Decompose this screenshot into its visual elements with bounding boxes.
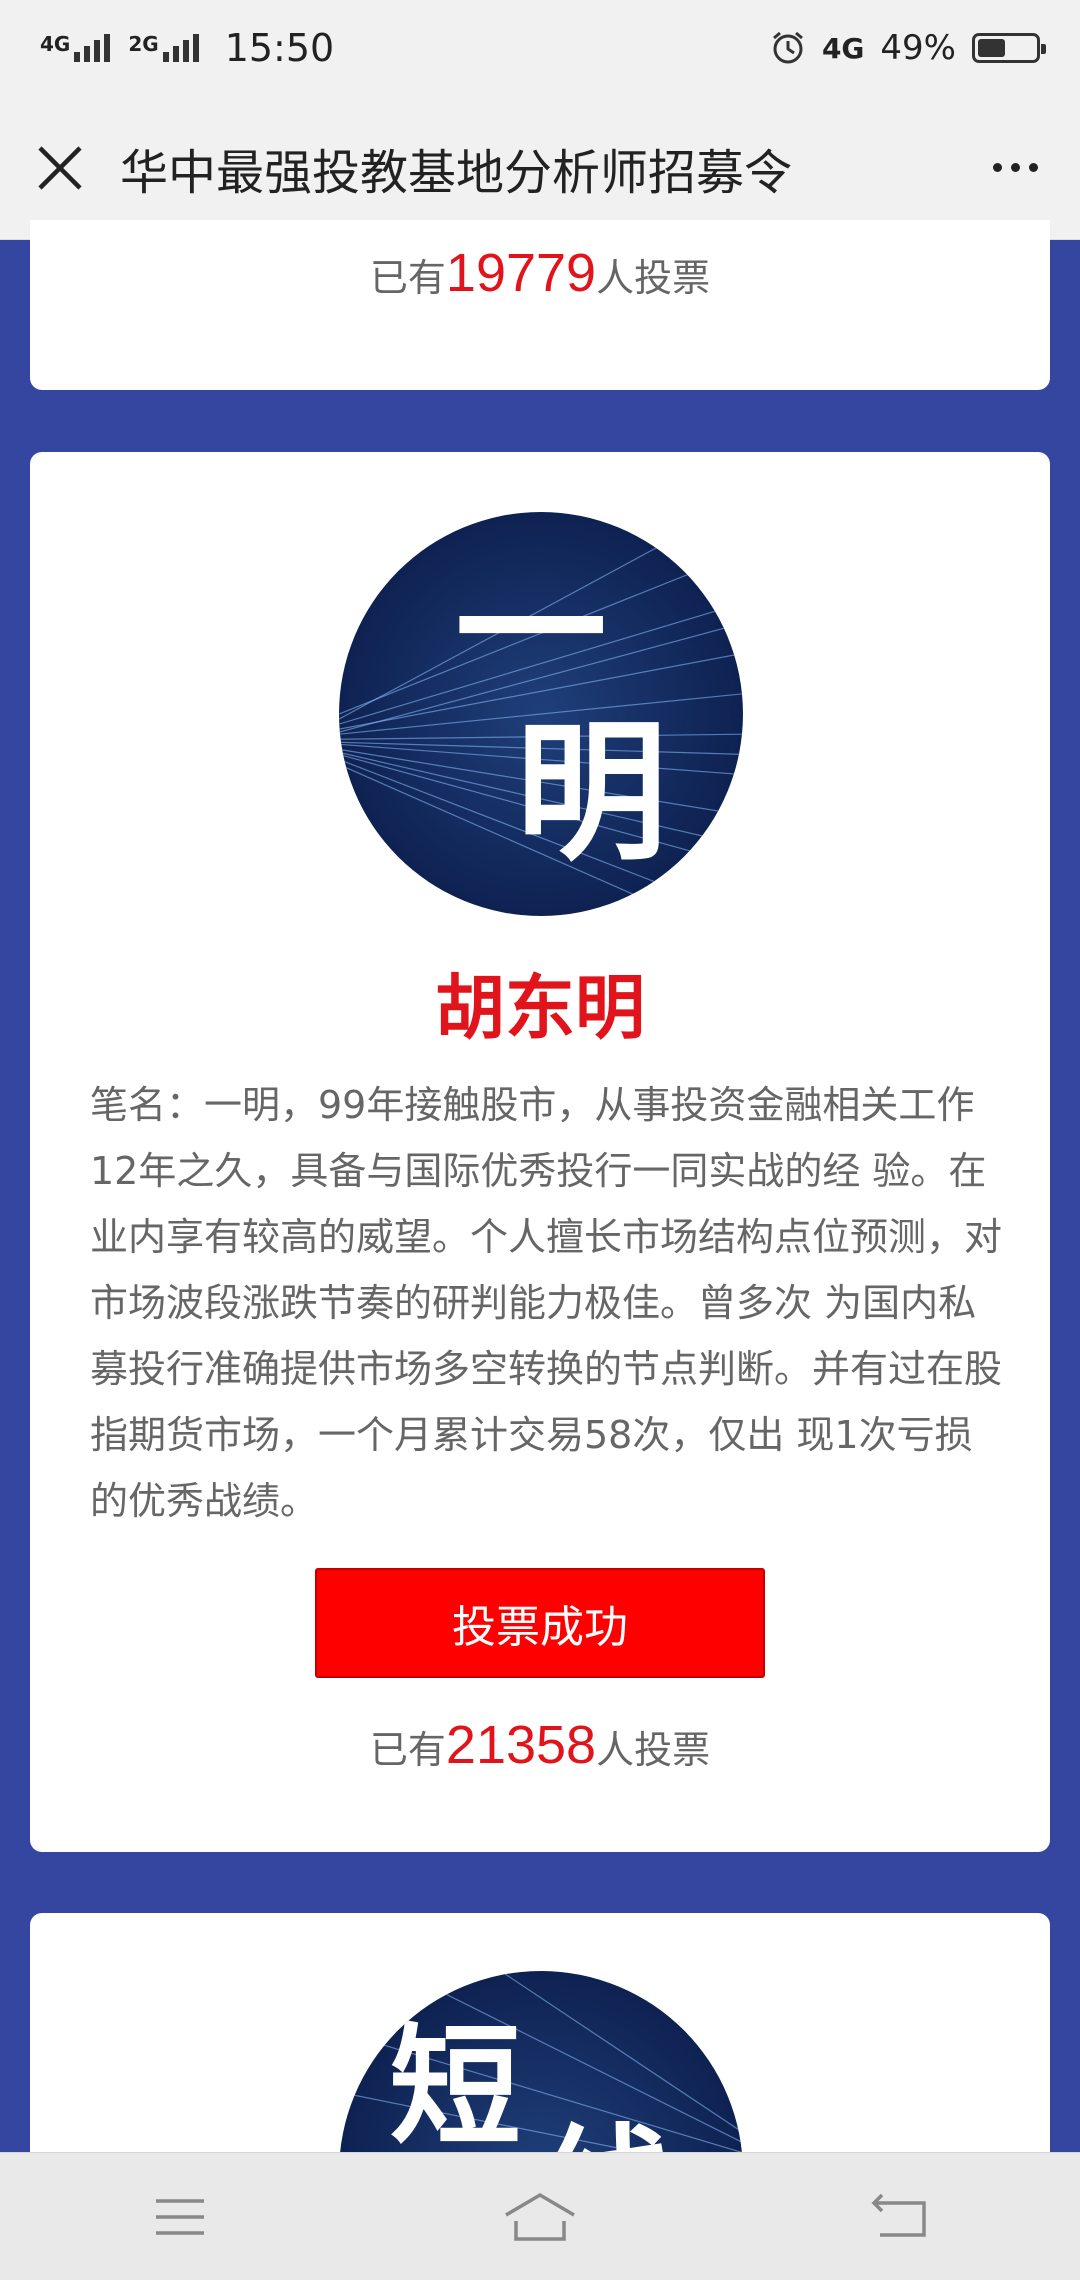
svg-text:明: 明 <box>516 704 668 881</box>
battery-icon <box>972 33 1046 63</box>
candidate-name: 胡东明 <box>435 967 645 1049</box>
vote-prefix: 已有 <box>369 1728 446 1772</box>
title-bar: 华中最强投教基地分析师招募令 <box>0 96 1080 240</box>
avatar-glyph: 短 <box>390 2011 521 2164</box>
alarm-icon <box>772 31 803 64</box>
status-bar: 4G 2G 15:50 4G 49% <box>0 0 1080 96</box>
menu-icon <box>156 2198 204 2235</box>
home-button[interactable] <box>460 2153 620 2280</box>
candidate-bio: 笔名：一明，99年接触股市，从事投资金融相关工作12年之久，具备与国际优秀投行一… <box>90 1083 1003 1523</box>
avatar-glyph: 一 <box>455 543 607 720</box>
more-icon <box>992 163 1002 172</box>
candidate-card: 已有19779人投票 <box>30 220 1050 390</box>
home-icon <box>505 2192 575 2241</box>
back-icon <box>871 2193 926 2237</box>
vote-prefix: 已有 <box>369 256 446 300</box>
more-button[interactable] <box>950 96 1080 240</box>
candidate-card: 一 明 胡东明 笔名：一明，99年接触股市，从事投资金融相关工作12年之久，具备… <box>30 452 1050 1852</box>
vote-suffix: 人投票 <box>596 1728 711 1772</box>
network-type: 4G <box>821 31 865 65</box>
close-button[interactable] <box>0 96 120 240</box>
menu-button[interactable] <box>100 2153 260 2280</box>
vote-suffix: 人投票 <box>596 256 711 300</box>
avatar-image: 一 明 <box>339 512 743 916</box>
page-title: 华中最强投教基地分析师招募令 <box>120 144 793 201</box>
battery-fill <box>978 39 1006 57</box>
avatar: 一 明 <box>339 512 743 916</box>
navigation-bar <box>0 2152 1080 2280</box>
signal-icon: 4G <box>40 32 111 62</box>
battery-percent: 49% <box>880 28 956 68</box>
close-icon <box>38 145 82 190</box>
vote-count-line: 已有21358人投票 <box>30 1714 1050 1776</box>
signal-icon: 2G <box>128 32 199 62</box>
vote-count: 21358 <box>445 1715 597 1775</box>
back-button[interactable] <box>820 2153 980 2280</box>
vote-button[interactable]: 投票成功 <box>315 1568 765 1678</box>
signal-label: 2G <box>128 32 159 56</box>
vote-count: 19779 <box>445 243 597 303</box>
clock: 15:50 <box>224 26 335 70</box>
vote-count-line: 已有19779人投票 <box>30 242 1050 304</box>
signal-label: 4G <box>40 32 71 56</box>
